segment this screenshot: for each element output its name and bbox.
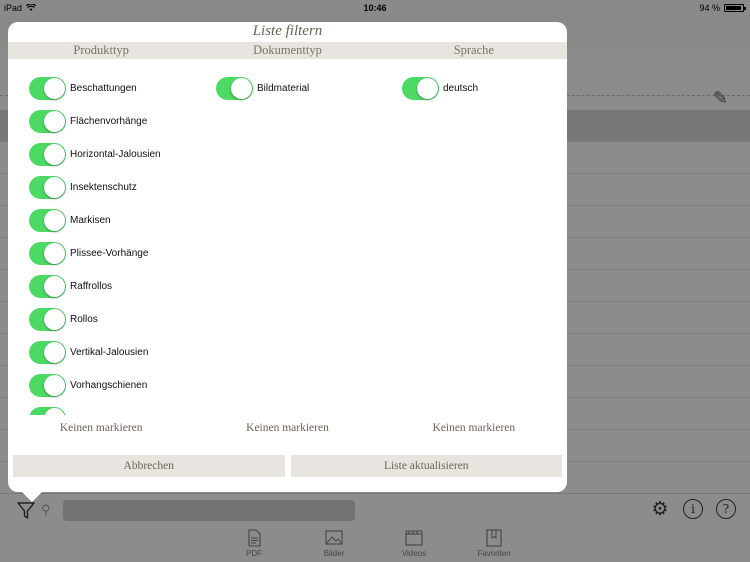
tab-bilder[interactable]: Bilder [304, 529, 364, 558]
status-time: 10:46 [363, 3, 387, 13]
filter-option[interactable]: Vertikal-Jalousien [29, 336, 161, 369]
gear-icon[interactable]: ⚙ [650, 498, 670, 520]
option-label: Markisen [70, 215, 111, 226]
status-bar: iPad 10:46 94 % [0, 0, 750, 16]
deselect-produkttyp-button[interactable]: Keinen markieren [8, 422, 194, 434]
filter-option[interactable]: Insektenschutz [29, 171, 161, 204]
toggle-switch[interactable] [29, 143, 66, 166]
bookmark-icon [486, 529, 502, 547]
pdf-icon [248, 529, 261, 547]
toggle-switch[interactable] [402, 77, 439, 100]
deselect-sprache-button[interactable]: Keinen markieren [381, 422, 567, 434]
tab-label: Videos [401, 549, 427, 558]
option-label: Insektenschutz [70, 182, 137, 193]
filter-option[interactable]: deutsch [402, 72, 478, 105]
deselect-dokumenttyp-button[interactable]: Keinen markieren [194, 422, 380, 434]
tab-videos[interactable]: Videos [384, 529, 444, 558]
tab-label: PDF [246, 549, 262, 558]
option-label: deutsch [443, 83, 479, 94]
deselect-row: Keinen markieren Keinen markieren Keinen… [8, 422, 567, 434]
toggle-switch[interactable] [29, 275, 66, 298]
option-label: Vorhangschienen [70, 380, 148, 391]
update-list-button[interactable]: Liste aktualisieren [290, 455, 562, 477]
filter-icon[interactable] [16, 500, 36, 520]
column-header-dokumenttyp: Dokumenttyp [253, 43, 322, 57]
filter-option[interactable]: Horizontal-Jalousien [29, 138, 161, 171]
filter-option[interactable]: Raffrollos [29, 270, 161, 303]
option-label: Raffrollos [70, 281, 113, 292]
filter-popover: Liste filtern Produkttyp Dokumenttyp Spr… [8, 22, 567, 502]
search-input[interactable] [63, 500, 355, 521]
bottom-toolbar: ⚲ ⚙ i ? [0, 493, 750, 526]
option-label: Bildmaterial [257, 83, 310, 94]
filter-option[interactable]: Bildmaterial [216, 72, 309, 105]
toggle-switch[interactable] [29, 308, 66, 331]
filter-option[interactable]: Rollos [29, 303, 161, 336]
filter-option[interactable]: Vorhangschienen [29, 369, 161, 402]
filter-option[interactable]: Beschattungen [29, 72, 161, 105]
option-label: Beschattungen [70, 83, 137, 94]
info-icon[interactable]: i [683, 499, 703, 519]
toggle-switch[interactable] [29, 209, 66, 232]
sprache-list: deutsch [402, 72, 478, 105]
battery-percent: 94 % [699, 3, 720, 13]
toggle-switch[interactable] [29, 176, 66, 199]
battery-icon [724, 4, 746, 12]
tab-label: Favoriten [477, 549, 511, 558]
option-label: Rollos [70, 314, 98, 325]
filter-option[interactable]: Plissee-Vorhänge [29, 237, 161, 270]
option-label: Plissee-Vorhänge [70, 248, 149, 259]
popover-arrow [22, 492, 42, 502]
toggle-switch[interactable] [29, 407, 66, 415]
tab-favoriten[interactable]: Favoriten [464, 529, 524, 558]
column-header-produkttyp: Produkttyp [73, 43, 129, 57]
help-icon[interactable]: ? [716, 499, 736, 519]
toggle-switch[interactable] [216, 77, 253, 100]
option-label: Flächenvorhänge [70, 116, 148, 127]
toggle-switch[interactable] [29, 374, 66, 397]
produkttyp-list: Beschattungen Flächenvorhänge Horizontal… [29, 72, 161, 415]
toggle-switch[interactable] [29, 77, 66, 100]
action-buttons: Abbrechen Liste aktualisieren [13, 455, 562, 477]
toggle-switch[interactable] [29, 110, 66, 133]
tab-pdf[interactable]: PDF [224, 529, 284, 558]
filter-columns[interactable]: Beschattungen Flächenvorhänge Horizontal… [8, 62, 567, 415]
tab-bar: PDF Bilder Videos Favoriten [0, 526, 750, 562]
popover-title: Liste filtern [252, 23, 323, 39]
option-label: Vertikal-Jalousien [70, 347, 149, 358]
filter-option-partial[interactable] [29, 402, 161, 415]
toggle-switch[interactable] [29, 341, 66, 364]
filter-option[interactable]: Flächenvorhänge [29, 105, 161, 138]
filter-option[interactable]: Markisen [29, 204, 161, 237]
column-headers: Produkttyp Dokumenttyp Sprache [8, 42, 567, 59]
dokumenttyp-list: Bildmaterial [216, 72, 309, 105]
toggle-switch[interactable] [29, 242, 66, 265]
image-icon [325, 530, 343, 545]
pencil-icon[interactable]: ✎ [713, 88, 728, 109]
search-icon: ⚲ [41, 502, 51, 517]
tab-label: Bilder [323, 549, 345, 558]
video-icon [405, 530, 423, 546]
option-label: Horizontal-Jalousien [70, 149, 161, 160]
column-header-sprache: Sprache [453, 43, 494, 57]
cancel-button[interactable]: Abbrechen [13, 455, 285, 477]
